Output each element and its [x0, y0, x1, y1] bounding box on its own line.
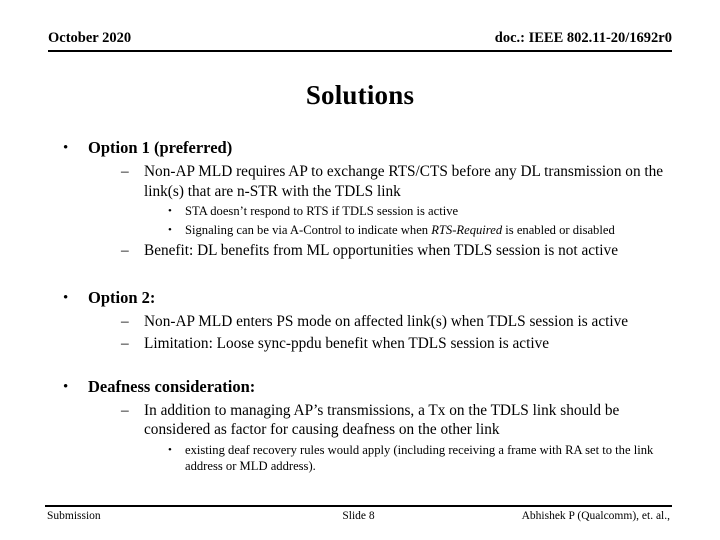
bullet-deafness-label: Deafness consideration:: [88, 376, 256, 396]
note-sta-no-rts-response: • STA doesn’t respond to RTS if TDLS ses…: [0, 203, 720, 220]
footer-author: Abhishek P (Qualcomm), et. al.,: [521, 510, 670, 522]
note-signaling-a-control: • Signaling can be via A-Control to indi…: [0, 222, 720, 239]
note-deaf-recovery-rules-text: existing deaf recovery rules would apply…: [185, 442, 654, 474]
bullet-option-1: • Option 1 (preferred): [0, 137, 720, 159]
note-signaling-suffix: is enabled or disabled: [502, 222, 615, 237]
bullet-marker-level1-icon: •: [63, 140, 69, 156]
bullet-marker-level3-icon: •: [168, 223, 172, 236]
sub-bullet-option1-benefit-text: Benefit: DL benefits from ML opportuniti…: [144, 242, 618, 259]
bullet-marker-level1-icon: •: [63, 378, 69, 395]
sub-bullet-option2-limitation-text: Limitation: Loose sync-ppdu benefit when…: [144, 335, 550, 352]
bullet-option-1-label: Option 1 (preferred): [88, 138, 233, 157]
bullet-marker-level2-icon: –: [121, 163, 129, 180]
note-signaling-rts-required-term: RTS-Required: [431, 222, 503, 237]
sub-bullet-option1-benefit: – Benefit: DL benefits from ML opportuni…: [0, 241, 720, 261]
bullet-marker-level2-icon: –: [121, 335, 129, 352]
note-deaf-recovery-rules: • existing deaf recovery rules would app…: [0, 442, 720, 475]
slide-body: • Option 1 (preferred) – Non-AP MLD requ…: [0, 137, 720, 475]
page-title: Solutions: [305, 80, 415, 110]
sub-bullet-deafness-tx-factor-text: In addition to managing AP’s transmissio…: [144, 401, 620, 439]
bullet-option-2: • Option 2:: [0, 287, 720, 309]
sub-bullet-deafness-tx-factor: – In addition to managing AP’s transmiss…: [0, 401, 720, 440]
header-doc-number: doc.: IEEE 802.11-20/1692r0: [494, 30, 672, 46]
bullet-marker-level2-icon: –: [121, 242, 129, 259]
sub-bullet-option1-rtscts-text: Non-AP MLD requires AP to exchange RTS/C…: [144, 163, 664, 200]
bullet-deafness-consideration: • Deafness consideration:: [0, 376, 720, 398]
bullet-marker-level3-icon: •: [168, 443, 172, 456]
bullet-option-2-label: Option 2:: [88, 287, 156, 307]
slide-footer: Submission Slide 8 Abhishek P (Qualcomm)…: [45, 505, 672, 531]
bullet-marker-level2-icon: –: [121, 401, 129, 419]
bullet-marker-level3-icon: •: [168, 205, 172, 217]
slide: October 2020 doc.: IEEE 802.11-20/1692r0…: [0, 0, 720, 540]
slide-header: October 2020 doc.: IEEE 802.11-20/1692r0: [48, 28, 672, 52]
bullet-marker-level1-icon: •: [63, 289, 69, 306]
sub-bullet-option2-limitation: – Limitation: Loose sync-ppdu benefit wh…: [0, 334, 720, 354]
note-sta-no-rts-response-text: STA doesn’t respond to RTS if TDLS sessi…: [185, 204, 459, 218]
sub-bullet-option2-ps-mode: – Non-AP MLD enters PS mode on affected …: [0, 312, 720, 332]
header-date: October 2020: [48, 30, 132, 46]
sub-bullet-option1-rtscts: – Non-AP MLD requires AP to exchange RTS…: [0, 162, 720, 201]
note-signaling-prefix: Signaling can be via A-Control to indica…: [185, 222, 432, 237]
bullet-marker-level2-icon: –: [121, 312, 129, 330]
sub-bullet-option2-ps-mode-text: Non-AP MLD enters PS mode on affected li…: [144, 312, 629, 330]
